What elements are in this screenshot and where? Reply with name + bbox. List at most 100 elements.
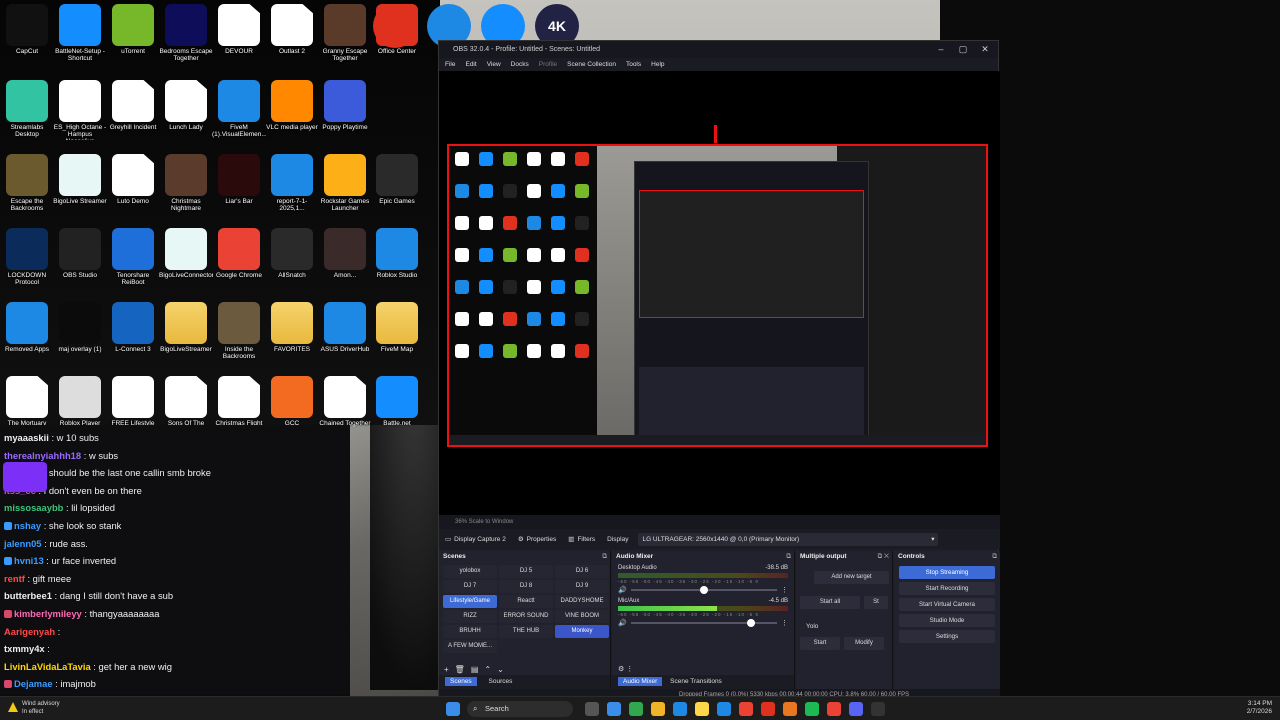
taskbar-app-icon[interactable]: [827, 702, 841, 716]
dock-menu-icon[interactable]: ⧉: [992, 551, 997, 563]
desktop-icon-granny-escape-together[interactable]: Granny Escape Together: [318, 2, 372, 76]
taskbar-app-icon[interactable]: [629, 702, 643, 716]
filters-button[interactable]: ▥ Filters: [562, 535, 601, 544]
scene-item[interactable]: BRUHH: [443, 625, 497, 638]
desktop-icon-tenorshare-reiboot[interactable]: Tenorshare ReiBoot: [106, 226, 160, 300]
desktop-icon-epic-games[interactable]: Epic Games: [370, 152, 424, 226]
desktop-icon-maj-overlay-1[interactable]: maj overlay (1): [53, 300, 107, 374]
chat-username[interactable]: myaaaskii: [4, 432, 49, 443]
start-recording-button[interactable]: Start Recording: [899, 582, 995, 595]
taskbar-app-icon[interactable]: [871, 702, 885, 716]
desktop-icon-escape-the-backrooms[interactable]: Escape the Backrooms: [0, 152, 54, 226]
desktop-icon-report-7-1-2025-1[interactable]: report-7-1-2025,1...: [265, 152, 319, 226]
desktop-icon-amon[interactable]: Amon...: [318, 226, 372, 300]
speaker-icon[interactable]: 🔊: [618, 619, 627, 627]
scene-item[interactable]: VINE BOOM: [555, 610, 609, 623]
taskbar-app-icon[interactable]: [585, 702, 599, 716]
maximize-button[interactable]: ▢: [952, 41, 974, 58]
taskbar-app-icon[interactable]: [761, 702, 775, 716]
trash-icon[interactable]: 🗑: [455, 665, 471, 674]
scene-item[interactable]: A FEW MOME...: [443, 640, 497, 653]
up-icon[interactable]: ⌃: [484, 665, 497, 674]
menu-file[interactable]: File: [445, 61, 455, 68]
desktop-icon-rockstar-games-launcher[interactable]: Rockstar Games Launcher: [318, 152, 372, 226]
menu-help[interactable]: Help: [651, 61, 664, 68]
scene-item[interactable]: DJ 7: [443, 580, 497, 593]
taskbar-app-icon[interactable]: [673, 702, 687, 716]
desktop-icon-fivem-map[interactable]: FiveM Map: [370, 300, 424, 374]
chat-username[interactable]: missosaaybb: [4, 502, 63, 513]
desktop-icon-favorites[interactable]: FAVORITES: [265, 300, 319, 374]
tab-audio-mixer[interactable]: Audio Mixer: [618, 677, 663, 686]
add-target-button[interactable]: Add new target: [814, 571, 889, 584]
desktop-icon-lunch-lady[interactable]: Lunch Lady: [159, 78, 213, 152]
rotation-handle[interactable]: [714, 125, 717, 143]
add-icon[interactable]: +: [444, 665, 455, 674]
desktop-icon-capcut[interactable]: CapCut: [0, 2, 54, 76]
more-icon[interactable]: ⋮: [781, 619, 788, 627]
chat-username[interactable]: hvni13: [14, 555, 44, 566]
weather-widget[interactable]: Wind advisory In effect: [8, 700, 60, 716]
preview-canvas[interactable]: [447, 144, 988, 447]
chat-username[interactable]: therealnyiahhh18: [4, 450, 81, 461]
chat-username[interactable]: kimberlymileyy: [14, 608, 82, 619]
scene-item[interactable]: DADDYSHOME: [555, 595, 609, 608]
chat-username[interactable]: LivinLaVidaLaTavia: [4, 661, 91, 672]
scene-item[interactable]: THE HUB: [499, 625, 553, 638]
desktop-icon-liar-s-bar[interactable]: Liar's Bar: [212, 152, 266, 226]
scene-item[interactable]: DJ 5: [499, 565, 553, 578]
scene-item[interactable]: DJ 6: [555, 565, 609, 578]
desktop-icon-utorrent[interactable]: uTorrent: [106, 2, 160, 76]
desktop-icon-outlast-2[interactable]: Outlast 2: [265, 2, 319, 76]
scene-item[interactable]: yolobox: [443, 565, 497, 578]
desktop-icon-allsnatch[interactable]: AllSnatch: [265, 226, 319, 300]
scene-item[interactable]: ERROR SOUND: [499, 610, 553, 623]
dock-menu-icon[interactable]: ⧉: [786, 551, 791, 563]
desktop-icon-roblox-studio[interactable]: Roblox Studio: [370, 226, 424, 300]
tab-sources[interactable]: Sources: [479, 677, 523, 686]
menu-tools[interactable]: Tools: [626, 61, 641, 68]
desktop-icon-es-high-octane-hampus-naeselius[interactable]: ES_High Octane - Hampus Naeselius: [53, 78, 107, 152]
gear-icon[interactable]: ⚙: [618, 666, 624, 673]
clock[interactable]: 3:14 PM 2/7/2026: [1247, 700, 1272, 716]
target-start-button[interactable]: Start: [800, 637, 840, 650]
volume-slider[interactable]: [630, 619, 777, 627]
filter-icon[interactable]: ▤: [471, 665, 485, 674]
desktop-icon-streamlabs-desktop[interactable]: Streamlabs Desktop: [0, 78, 54, 152]
volume-slider[interactable]: [630, 586, 777, 594]
taskbar-app-icon[interactable]: [805, 702, 819, 716]
stop-streaming-button[interactable]: Stop Streaming: [899, 566, 995, 579]
chat-username[interactable]: txmmy4x: [4, 643, 45, 654]
scene-item[interactable]: DJ 8: [499, 580, 553, 593]
taskbar-app-icon[interactable]: [783, 702, 797, 716]
desktop-icon-battle-net[interactable]: Battle.net: [370, 374, 424, 448]
taskbar-app-icon[interactable]: [607, 702, 621, 716]
volume-knob[interactable]: [699, 586, 708, 594]
desktop-icon-poppy-playtime[interactable]: Poppy Playtime: [318, 78, 372, 152]
chat-username[interactable]: rentf: [4, 573, 25, 584]
more-icon[interactable]: ⋮: [781, 586, 788, 594]
speaker-icon[interactable]: 🔊: [618, 586, 627, 594]
close-icon[interactable]: ⧉ ✕: [878, 551, 889, 563]
zoom-bar[interactable]: 36% Scale to Window: [439, 515, 1000, 529]
desktop-icon-bigolive-streamer[interactable]: BigoLive Streamer: [53, 152, 107, 226]
display-select[interactable]: LG ULTRAGEAR: 2560x1440 @ 0,0 (Primary M…: [638, 532, 939, 546]
desktop-icon-bedrooms-escape-together[interactable]: Bedrooms Escape Together: [159, 2, 213, 76]
taskbar-app-icon[interactable]: [651, 702, 665, 716]
desktop-icon-devour[interactable]: DEVOUR: [212, 2, 266, 76]
scene-item[interactable]: DJ 9: [555, 580, 609, 593]
desktop-icon-bigolivestreamer[interactable]: BigoLiveStreamer: [159, 300, 213, 374]
taskbar-app-icon[interactable]: [849, 702, 863, 716]
desktop-icon-lockdown-protocol[interactable]: LOCKDOWN Protocol: [0, 226, 54, 300]
desktop-icon-asus-driverhub[interactable]: ASUS DriverHub: [318, 300, 372, 374]
desktop-icon-greyhill-incident[interactable]: Greyhill Incident: [106, 78, 160, 152]
desktop-icon-christmas-nightmare[interactable]: Christmas Nightmare: [159, 152, 213, 226]
chat-username[interactable]: Dejamae: [14, 678, 53, 689]
tab-scene-transitions[interactable]: Scene Transitions: [664, 677, 728, 686]
settings-button[interactable]: Settings: [899, 630, 995, 643]
desktop-icon-google-chrome[interactable]: Google Chrome: [212, 226, 266, 300]
close-button[interactable]: ✕: [974, 41, 996, 58]
desktop-icon-vlc-media-player[interactable]: VLC media player: [265, 78, 319, 152]
desktop-icon-luto-demo[interactable]: Luto Demo: [106, 152, 160, 226]
chat-username[interactable]: nshay: [14, 520, 41, 531]
